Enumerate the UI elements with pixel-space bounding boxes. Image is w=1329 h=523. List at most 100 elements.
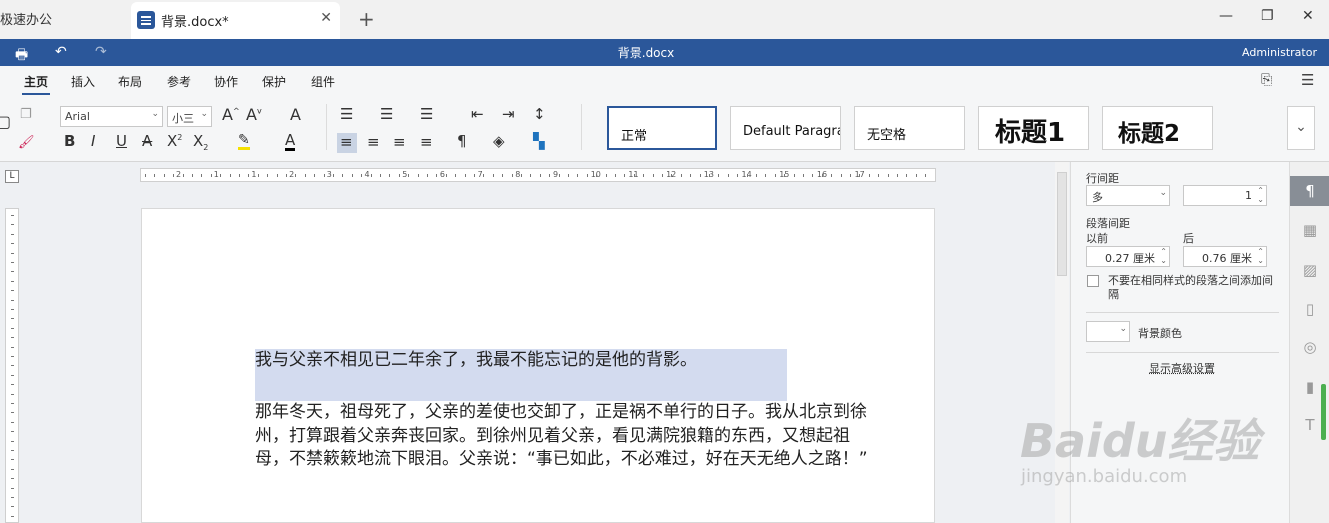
ruler-tick (11, 365, 14, 367)
advanced-settings-link[interactable]: 显示高级设置 (1149, 360, 1215, 376)
ruler-tick (549, 174, 551, 177)
new-tab-icon[interactable]: + (358, 7, 375, 31)
spinner-icon[interactable]: ⌃ ⌄ (1160, 247, 1167, 265)
ruler-tick (652, 174, 654, 177)
ruler-tick (314, 174, 316, 177)
decrease-indent-icon[interactable]: ⇤ (471, 107, 484, 122)
spinner-icon[interactable]: ⌃ ⌄ (1257, 186, 1264, 204)
style-no-spacing[interactable]: 无空格 (854, 106, 965, 150)
ruler-tick (812, 174, 814, 177)
align-right-icon[interactable]: ≡ (393, 135, 406, 150)
bullet-list-icon[interactable]: ☰ (340, 107, 353, 122)
vertical-ruler[interactable] (5, 208, 19, 523)
ruler-tick (11, 262, 14, 263)
close-window-icon[interactable]: ✕ (1302, 8, 1314, 24)
divider (1086, 312, 1279, 313)
ruler-tick (727, 174, 729, 177)
user-name[interactable]: Administrator (1242, 46, 1317, 59)
ruler-tick (276, 174, 278, 177)
ruler-tick (11, 337, 14, 339)
minimize-icon[interactable]: — (1219, 8, 1233, 24)
ruler-tick (408, 174, 410, 177)
header-footer-icon[interactable]: ▯ (1290, 294, 1329, 324)
ruler-tick (746, 174, 748, 177)
increase-font-icon[interactable]: A^ (222, 107, 240, 123)
menu-layout[interactable]: 布局 (118, 73, 142, 90)
menu-references[interactable]: 参考 (167, 73, 191, 90)
align-left-icon[interactable]: ≡ (337, 133, 357, 153)
ruler-tick (483, 174, 485, 177)
ruler-tick (774, 174, 776, 177)
image-settings-icon[interactable]: ▨ (1290, 255, 1329, 285)
menu-bar: 主页 插入 布局 参考 协作 保护 组件 ⎘ ☰ (0, 66, 1329, 96)
copy-icon[interactable]: ❐ (20, 108, 32, 121)
ruler-number: 9 (553, 170, 559, 179)
decrease-font-icon[interactable]: Av (246, 107, 262, 123)
font-size-select[interactable]: 小三 ⌄ (167, 106, 212, 127)
paragraph-1[interactable]: 我与父亲不相见已二年余了，我最不能忘记的是他的背影。 (255, 349, 880, 373)
line-spacing-icon[interactable]: ↕ (533, 107, 546, 122)
multilevel-list-icon[interactable]: ☰ (420, 107, 433, 122)
style-heading2[interactable]: 标题2 (1102, 106, 1213, 150)
style-normal[interactable]: 正常 (607, 106, 717, 150)
shape-settings-icon[interactable]: ◎ (1290, 332, 1329, 362)
ruler-tick (145, 174, 146, 177)
clear-format-icon[interactable]: A (290, 107, 301, 123)
menu-collaborate[interactable]: 协作 (214, 73, 238, 90)
font-color-icon[interactable]: A (285, 133, 296, 151)
ruler-tick (11, 252, 14, 254)
ruler-tick (596, 174, 598, 177)
highlight-icon[interactable]: ✎ (238, 133, 250, 150)
ruler-number: 7 (477, 170, 483, 179)
style-default-paragraph[interactable]: Default Paragraph (730, 106, 841, 150)
restore-icon[interactable]: ❐ (1261, 8, 1274, 24)
line-spacing-type-select[interactable]: 多 ⌄ (1086, 185, 1170, 206)
space-after-input[interactable]: 0.76 厘米 ⌃ ⌄ (1183, 246, 1267, 267)
line-spacing-value-input[interactable]: 1 ⌃ ⌄ (1183, 185, 1267, 206)
strikethrough-icon[interactable]: A (142, 134, 152, 149)
superscript-icon[interactable]: X2 (167, 134, 182, 149)
numbered-list-icon[interactable]: ☰ (380, 107, 393, 122)
open-location-icon[interactable]: ⎘ (1261, 72, 1272, 88)
paragraph-marks-icon[interactable]: ¶ (457, 134, 467, 149)
shading-icon[interactable]: ◈ (493, 134, 505, 149)
tab-document[interactable]: 背景.docx* ✕ (131, 2, 340, 39)
background-color-picker[interactable]: ⌄ (1086, 321, 1130, 342)
subscript-icon[interactable]: X2 (193, 134, 208, 152)
align-center-icon[interactable]: ≡ (367, 135, 380, 150)
hamburger-menu-icon[interactable]: ☰ (1301, 71, 1314, 89)
justify-icon[interactable]: ≡ (420, 135, 433, 150)
tab-stop-selector[interactable]: L (5, 170, 19, 183)
bold-icon[interactable]: B (64, 134, 75, 149)
borders-icon[interactable]: ▚ (533, 134, 545, 149)
ruler-tick (492, 174, 494, 177)
paragraph-2[interactable]: 那年冬天，祖母死了，父亲的差使也交卸了，正是祸不单行的日子。我从北京到徐州，打算… (255, 401, 880, 472)
menu-insert[interactable]: 插入 (71, 73, 95, 90)
menu-home[interactable]: 主页 (21, 73, 51, 95)
paste-icon[interactable]: ▢ (0, 114, 11, 130)
ruler-tick (558, 174, 560, 177)
font-name-select[interactable]: Arial ⌄ (60, 106, 163, 127)
style-heading1[interactable]: 标题1 (978, 106, 1089, 150)
italic-icon[interactable]: I (91, 134, 95, 149)
format-painter-icon[interactable]: 🖌 (18, 136, 35, 149)
expand-styles-button[interactable]: ⌄ (1287, 106, 1315, 150)
underline-icon[interactable]: U (116, 134, 127, 149)
menu-plugins[interactable]: 组件 (311, 73, 335, 90)
no-space-same-style-checkbox[interactable] (1087, 275, 1099, 287)
ruler-tick (154, 174, 156, 177)
close-tab-icon[interactable]: ✕ (320, 10, 332, 26)
tab-home[interactable]: 极速办公 (0, 9, 52, 28)
increase-indent-icon[interactable]: ⇥ (502, 107, 515, 122)
table-settings-icon[interactable]: ▦ (1290, 215, 1329, 245)
spinner-icon[interactable]: ⌃ ⌄ (1257, 247, 1264, 265)
ruler-tick (11, 468, 14, 470)
scrollbar-thumb[interactable] (1057, 172, 1067, 276)
horizontal-ruler[interactable]: 211234567891011121314151617 (140, 168, 936, 182)
style-heading2-label: 标题2 (1118, 121, 1181, 147)
document-page[interactable]: 我与父亲不相见已二年余了，我最不能忘记的是他的背影。 那年冬天，祖母死了，父亲的… (141, 208, 935, 523)
paragraph-settings-icon[interactable]: ¶ (1290, 176, 1329, 206)
space-before-input[interactable]: 0.27 厘米 ⌃ ⌄ (1086, 246, 1170, 267)
ruler-tick (624, 174, 626, 177)
menu-protect[interactable]: 保护 (262, 73, 286, 90)
